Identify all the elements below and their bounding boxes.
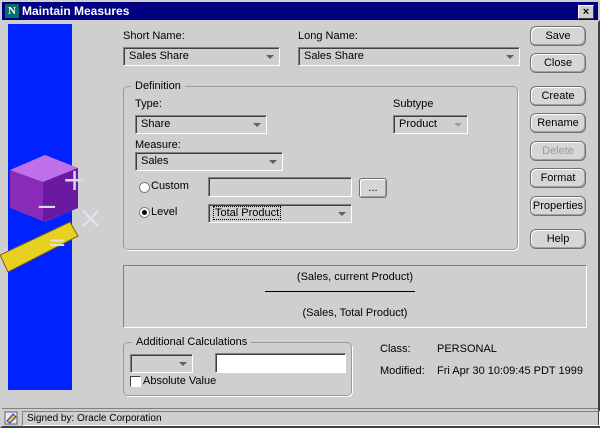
type-label: Type: xyxy=(135,98,162,110)
additional-calculations-title: Additional Calculations xyxy=(132,336,252,348)
additional-calc-input[interactable] xyxy=(215,353,346,373)
long-name-label: Long Name: xyxy=(298,30,358,42)
properties-button[interactable]: Properties xyxy=(530,196,586,216)
subtype-label: Subtype xyxy=(393,98,434,110)
level-value: Total Product xyxy=(212,206,282,220)
app-icon: N xyxy=(5,4,19,18)
short-name-value: Sales Share xyxy=(129,50,189,62)
chevron-down-icon xyxy=(506,55,514,59)
short-name-label: Short Name: xyxy=(123,30,185,42)
svg-text:=: = xyxy=(48,231,66,256)
measure-label: Measure: xyxy=(135,139,181,151)
level-combo[interactable]: Total Product xyxy=(208,204,352,223)
measure-combo[interactable]: Sales xyxy=(135,152,283,171)
status-bar: Signed by: Oracle Corporation xyxy=(2,408,600,426)
custom-label: Custom xyxy=(151,180,189,192)
custom-field[interactable] xyxy=(208,177,352,197)
measure-graphic-icon: + − × = xyxy=(0,155,103,273)
rename-button[interactable]: Rename xyxy=(530,113,586,133)
help-button[interactable]: Help xyxy=(530,229,586,249)
class-label: Class: xyxy=(380,343,411,355)
class-value: PERSONAL xyxy=(437,343,497,355)
modified-label: Modified: xyxy=(380,365,425,377)
status-text: Signed by: Oracle Corporation xyxy=(22,411,600,426)
definition-title: Definition xyxy=(131,80,185,92)
close-button[interactable]: Close xyxy=(530,53,586,73)
subtype-combo[interactable]: Product xyxy=(393,115,468,134)
chevron-down-icon xyxy=(266,55,274,59)
chevron-down-icon xyxy=(454,123,462,127)
delete-button[interactable]: Delete xyxy=(530,141,586,161)
long-name-combo[interactable]: Sales Share xyxy=(298,47,520,66)
fraction-line xyxy=(265,291,415,292)
level-radio[interactable] xyxy=(139,207,150,218)
chevron-down-icon xyxy=(338,212,346,216)
window-title: Maintain Measures xyxy=(22,4,130,18)
signed-certificate-icon xyxy=(4,411,18,425)
chevron-down-icon xyxy=(179,362,187,366)
absolute-value-label: Absolute Value xyxy=(143,375,217,387)
svg-text:+: + xyxy=(62,163,87,198)
short-name-combo[interactable]: Sales Share xyxy=(123,47,280,66)
absolute-value-checkbox[interactable] xyxy=(130,376,141,387)
additional-calc-combo[interactable] xyxy=(130,354,193,373)
chevron-down-icon xyxy=(253,123,261,127)
subtype-value: Product xyxy=(399,118,437,130)
title-bar: N Maintain Measures × xyxy=(0,0,600,20)
custom-radio[interactable] xyxy=(139,182,150,193)
browse-button[interactable]: ... xyxy=(359,178,387,198)
level-label: Level xyxy=(151,206,178,218)
modified-value: Fri Apr 30 10:09:45 PDT 1999 xyxy=(437,365,583,377)
format-button[interactable]: Format xyxy=(530,168,586,188)
create-button[interactable]: Create xyxy=(530,86,586,106)
close-window-button[interactable]: × xyxy=(578,5,594,19)
formula-numerator: (Sales, current Product) xyxy=(296,271,414,283)
svg-text:×: × xyxy=(78,201,103,236)
long-name-value: Sales Share xyxy=(304,50,364,62)
type-value: Share xyxy=(141,118,171,130)
measure-value: Sales xyxy=(141,155,169,167)
chevron-down-icon xyxy=(269,160,277,164)
type-combo[interactable]: Share xyxy=(135,115,267,134)
formula-denominator: (Sales, Total Product) xyxy=(302,307,408,319)
formula-box: (Sales, current Product) (Sales, Total P… xyxy=(123,265,587,328)
svg-text:−: − xyxy=(36,192,58,222)
save-button[interactable]: Save xyxy=(530,26,586,46)
